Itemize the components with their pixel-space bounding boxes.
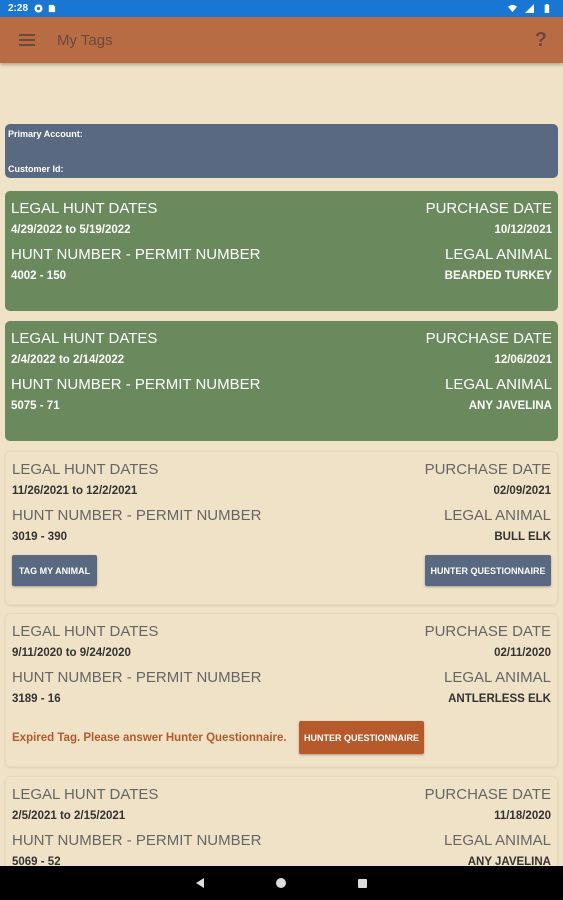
- legal-animal-value: BEARDED TURKEY: [444, 270, 552, 282]
- legal-hunt-dates-label: LEGAL HUNT DATES: [12, 623, 159, 640]
- hunt-permit-label: HUNT NUMBER - PERMIT NUMBER: [12, 507, 262, 524]
- hunt-permit-label: HUNT NUMBER - PERMIT NUMBER: [11, 246, 261, 263]
- hunt-permit-label: HUNT NUMBER - PERMIT NUMBER: [12, 832, 262, 849]
- back-icon[interactable]: [196, 878, 204, 888]
- hunter-questionnaire-button[interactable]: HUNTER QUESTIONNAIRE: [299, 721, 424, 754]
- system-nav-bar: [0, 866, 563, 900]
- purchase-date-value: 12/06/2021: [494, 354, 552, 366]
- page-title: My Tags: [57, 31, 113, 49]
- legal-animal-value: BULL ELK: [494, 531, 551, 543]
- hunt-dates-value: 2/5/2021 to 2/15/2021: [12, 810, 126, 822]
- legal-animal-label: LEGAL ANIMAL: [444, 507, 551, 524]
- app-bar: My Tags ?: [0, 17, 563, 63]
- purchase-date-value: 02/09/2021: [493, 485, 551, 497]
- primary-account-label: Primary Account:: [8, 129, 83, 139]
- purchase-date-value: 02/11/2020: [494, 647, 551, 659]
- wifi-icon: [508, 4, 517, 13]
- legal-animal-label: LEGAL ANIMAL: [444, 669, 551, 686]
- legal-animal-label: LEGAL ANIMAL: [444, 832, 551, 849]
- purchase-date-label: PURCHASE DATE: [424, 461, 551, 478]
- help-icon[interactable]: ?: [535, 29, 547, 52]
- hunt-dates-value: 11/26/2021 to 12/2/2021: [12, 485, 138, 497]
- menu-icon[interactable]: [19, 31, 35, 49]
- hunt-permit-value: 5075 - 71: [11, 400, 60, 412]
- recents-icon[interactable]: [358, 878, 367, 888]
- status-bar: 2:28: [0, 0, 563, 17]
- purchase-date-label: PURCHASE DATE: [424, 786, 551, 803]
- status-time: 2:28: [8, 3, 29, 14]
- hunt-dates-value: 4/29/2022 to 5/19/2022: [11, 224, 131, 236]
- purchase-date-value: 10/12/2021: [494, 224, 552, 236]
- legal-hunt-dates-label: LEGAL HUNT DATES: [11, 200, 158, 217]
- purchase-date-label: PURCHASE DATE: [425, 330, 552, 347]
- purchase-date-label: PURCHASE DATE: [425, 200, 552, 217]
- purchase-date-value: 11/18/2020: [494, 810, 551, 822]
- tag-my-animal-button[interactable]: TAG MY ANIMAL: [12, 555, 97, 586]
- battery-icon: [544, 4, 550, 13]
- settings-notification-icon: [34, 4, 43, 13]
- hunt-permit-value: 4002 - 150: [11, 270, 66, 282]
- sim-card-icon: [48, 4, 56, 13]
- legal-animal-label: LEGAL ANIMAL: [445, 376, 552, 393]
- legal-hunt-dates-label: LEGAL HUNT DATES: [12, 461, 159, 478]
- hunt-permit-value: 3019 - 390: [12, 531, 67, 543]
- tag-card[interactable]: LEGAL HUNT DATES PURCHASE DATE 4/29/2022…: [5, 191, 558, 311]
- hunt-permit-label: HUNT NUMBER - PERMIT NUMBER: [12, 669, 262, 686]
- legal-animal-value: ANY JAVELINA: [468, 400, 552, 412]
- legal-animal-label: LEGAL ANIMAL: [445, 246, 552, 263]
- legal-hunt-dates-label: LEGAL HUNT DATES: [11, 330, 158, 347]
- legal-animal-value: ANTLERLESS ELK: [448, 693, 551, 705]
- tag-card[interactable]: LEGAL HUNT DATES PURCHASE DATE 2/4/2022 …: [5, 321, 558, 441]
- hunt-permit-label: HUNT NUMBER - PERMIT NUMBER: [11, 376, 261, 393]
- expired-tag-message: Expired Tag. Please answer Hunter Questi…: [12, 732, 287, 744]
- hunter-questionnaire-button[interactable]: HUNTER QUESTIONNAIRE: [425, 555, 551, 586]
- customer-id-label: Customer Id:: [8, 164, 64, 174]
- hunt-dates-value: 9/11/2020 to 9/24/2020: [12, 647, 131, 659]
- hunt-dates-value: 2/4/2022 to 2/14/2022: [11, 354, 125, 366]
- account-card: Primary Account: Customer Id:: [5, 124, 558, 178]
- hunt-permit-value: 3189 - 16: [12, 693, 61, 705]
- signal-icon: [525, 4, 534, 13]
- tag-card: LEGAL HUNT DATES PURCHASE DATE 11/26/202…: [5, 451, 558, 605]
- legal-hunt-dates-label: LEGAL HUNT DATES: [12, 786, 159, 803]
- tag-card: LEGAL HUNT DATES PURCHASE DATE 9/11/2020…: [5, 613, 558, 767]
- home-icon[interactable]: [276, 878, 286, 888]
- purchase-date-label: PURCHASE DATE: [424, 623, 551, 640]
